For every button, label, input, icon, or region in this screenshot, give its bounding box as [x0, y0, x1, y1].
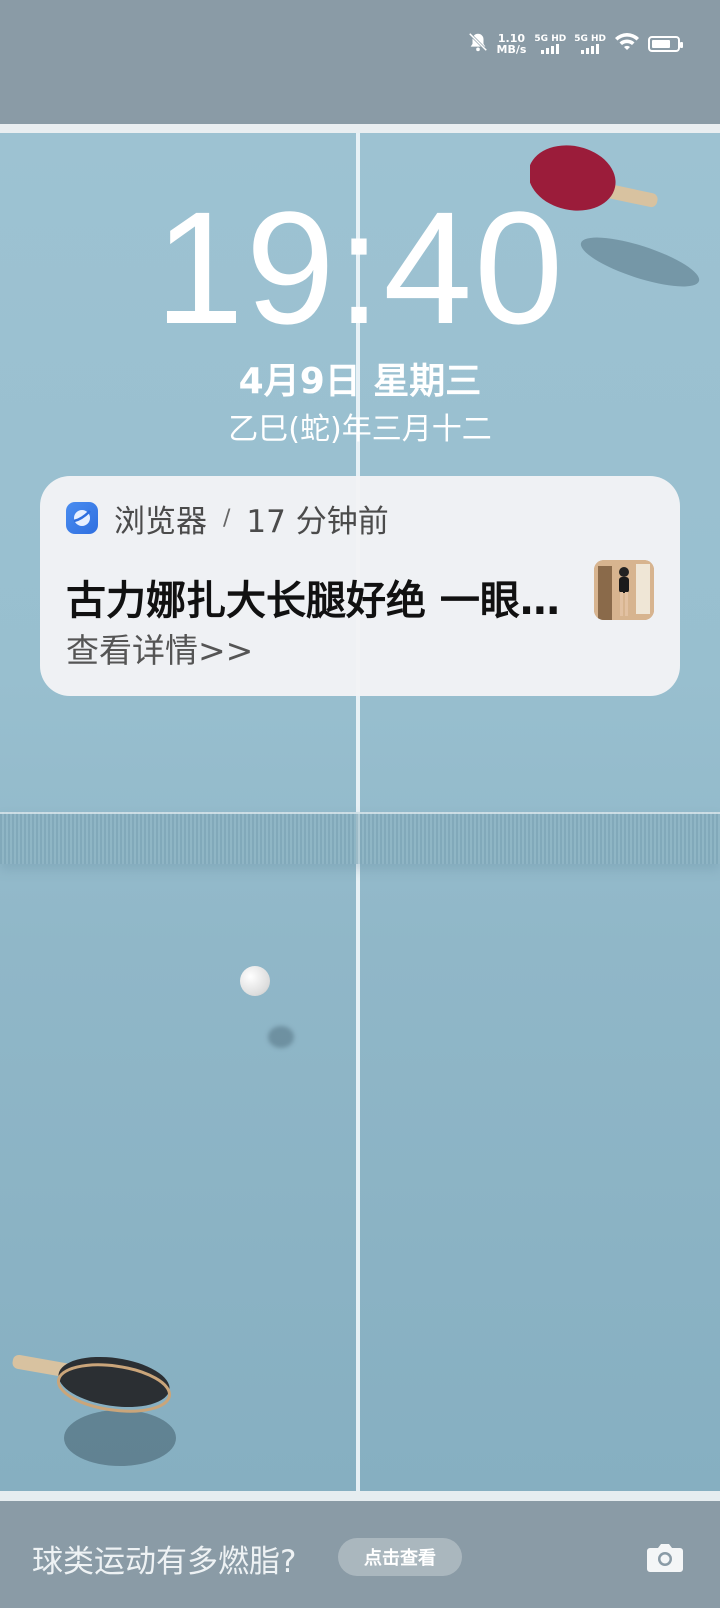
notification-app-name: 浏览器	[114, 503, 207, 540]
lockscreen-date: 4月9日 星期三	[238, 361, 482, 402]
sim2-label: 5G HD	[574, 34, 606, 44]
table-net	[0, 812, 720, 864]
signal-bars-icon	[581, 44, 600, 54]
promo-view-button[interactable]: 点击查看	[338, 1538, 462, 1576]
wallpaper-promo-text: 球类运动有多燃脂?	[32, 1544, 297, 1580]
network-speed-unit: MB/s	[496, 43, 527, 56]
battery-icon	[648, 36, 683, 52]
notification-title: 古力娜扎大长腿好绝 一眼…	[66, 578, 560, 624]
lunar-date: 乙巳(蛇)年三月十二	[228, 412, 492, 447]
network-speed: 1.10 MB/s	[497, 33, 527, 55]
notification-body: 查看详情>>	[66, 631, 254, 670]
status-bar: 1.10 MB/s 5G HD 5G HD	[467, 28, 683, 60]
ping-pong-ball	[240, 966, 270, 996]
notification-thumbnail	[594, 560, 654, 620]
table-edge-bottom	[0, 1491, 720, 1501]
notification-header: 浏览器 / 17 分钟前	[66, 498, 654, 540]
table-edge-top	[0, 124, 720, 133]
sim1-signal: 5G HD	[534, 34, 566, 54]
wallpaper-top-band	[0, 0, 720, 124]
ball-shadow	[268, 1026, 294, 1048]
lockscreen-clock: 19:40	[154, 178, 566, 357]
browser-icon	[66, 502, 98, 534]
signal-bars-icon	[541, 44, 560, 54]
battery-fill	[652, 40, 671, 48]
browser-notification-card[interactable]: 浏览器 / 17 分钟前 古力娜扎大长腿好绝 一眼… 查看详情>>	[40, 476, 680, 696]
camera-icon[interactable]	[644, 1536, 686, 1578]
notification-separator: /	[223, 505, 231, 531]
sim2-signal: 5G HD	[574, 34, 606, 54]
wifi-icon	[614, 31, 640, 57]
notification-time: 17 分钟前	[246, 503, 389, 540]
sim1-label: 5G HD	[534, 34, 567, 44]
bell-off-icon	[467, 31, 489, 57]
black-paddle-image	[12, 1354, 176, 1466]
